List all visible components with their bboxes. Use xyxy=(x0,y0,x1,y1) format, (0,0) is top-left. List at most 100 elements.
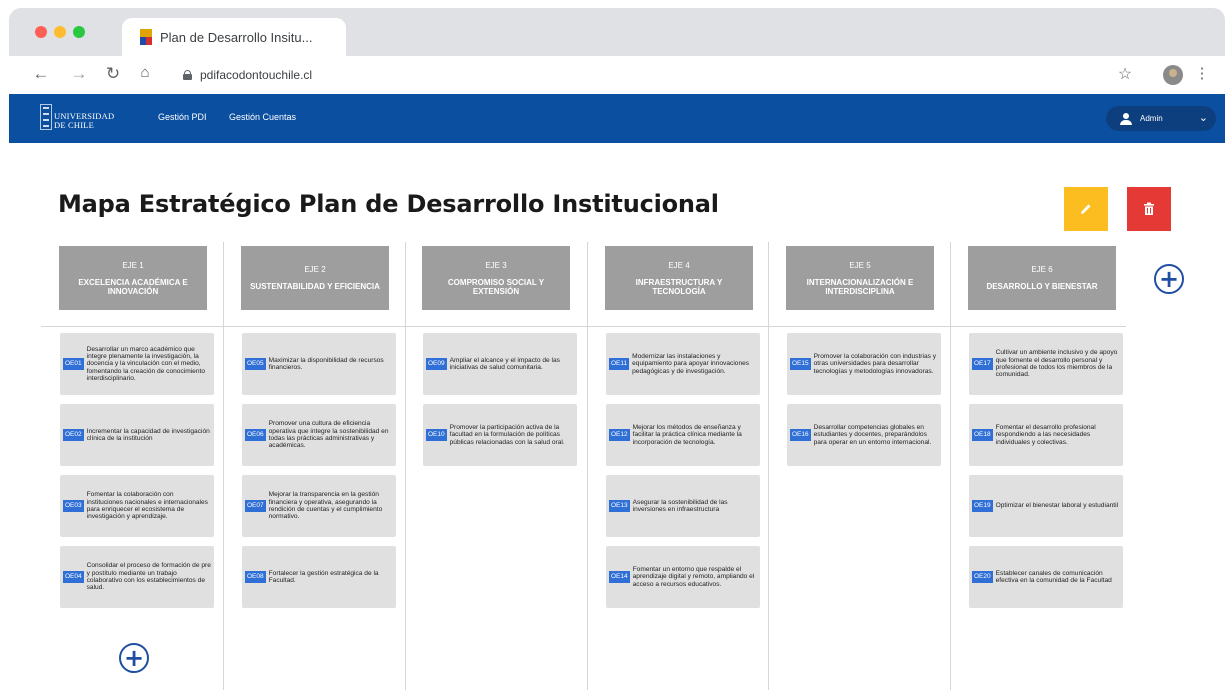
objective-code-badge: OE13 xyxy=(609,500,630,512)
objective-code-badge: OE01 xyxy=(63,358,84,370)
reload-icon[interactable]: ↻ xyxy=(103,64,123,84)
axes-divider xyxy=(41,326,1126,327)
objective-card[interactable]: OE08 Fortalecer la gestión estratégica de… xyxy=(242,546,396,608)
objective-card[interactable]: OE17 Cultivar un ambiente inclusivo y de … xyxy=(969,333,1123,395)
objective-card[interactable]: OE07 Mejorar la transparencia en la gesti… xyxy=(242,475,396,537)
objective-text: Promover una cultura de eficiencia opera… xyxy=(268,420,389,450)
axis-header-4[interactable]: EJE 4 INFRAESTRUCTURA Y TECNOLOGÍA xyxy=(605,246,753,310)
objective-card[interactable]: OE15 Promover la colaboración con industr… xyxy=(787,333,941,395)
objective-text: Fomentar la colaboración con institucion… xyxy=(86,491,208,521)
objective-card[interactable]: OE02 Incrementar la capacidad de investig… xyxy=(60,404,214,466)
favicon-icon xyxy=(140,29,152,45)
add-objective-button[interactable]: + xyxy=(119,643,149,673)
objective-card[interactable]: OE12 Mejorar los métodos de enseñanza y f… xyxy=(606,404,760,466)
objective-text: Modernizar las instalaciones y equipamie… xyxy=(632,353,750,375)
objective-code-badge: OE07 xyxy=(245,500,266,512)
profile-avatar[interactable] xyxy=(1163,65,1183,85)
objective-card[interactable]: OE09 Ampliar el alcance y el impacto de l… xyxy=(423,333,577,395)
objective-card[interactable]: OE18 Fomentar el desarrollo profesional r… xyxy=(969,404,1123,466)
objective-card[interactable]: OE13 Asegurar la sostenibilidad de las in… xyxy=(606,475,760,537)
logo-line2: DE CHILE xyxy=(54,120,95,130)
objective-card[interactable]: OE03 Fomentar la colaboración con institu… xyxy=(60,475,214,537)
axis-header-2[interactable]: EJE 2 SUSTENTABILIDAD Y EFICIENCIA xyxy=(241,246,389,310)
minimize-window-button[interactable] xyxy=(54,26,66,38)
home-icon[interactable]: ⌂ xyxy=(135,64,155,81)
close-window-button[interactable] xyxy=(35,26,47,38)
objective-card[interactable]: OE16 Desarrollar competencias globales en… xyxy=(787,404,941,466)
browser-tab[interactable]: Plan de Desarrollo Insitu... xyxy=(122,18,346,56)
objective-text: Promover la participación activa de la f… xyxy=(449,424,565,446)
objective-code-badge: OE02 xyxy=(63,429,84,441)
tab-bar: Plan de Desarrollo Insitu... xyxy=(9,8,1225,56)
objective-text: Mejorar la transparencia en la gestión f… xyxy=(268,491,383,521)
axis-name: EXCELENCIA ACADÉMICA E INNOVACIÓN xyxy=(78,277,188,296)
nav-gestion-cuentas[interactable]: Gestión Cuentas xyxy=(229,112,296,122)
objective-card[interactable]: OE11 Modernizar las instalaciones y equip… xyxy=(606,333,760,395)
objective-code-badge: OE19 xyxy=(972,500,993,512)
axis-number: EJE 3 xyxy=(485,260,507,270)
objective-code-badge: OE17 xyxy=(972,358,993,370)
menu-kebab-icon[interactable]: ⋮ xyxy=(1192,64,1212,82)
column-divider xyxy=(950,242,951,690)
axis-header-3[interactable]: EJE 3 COMPROMISO SOCIAL Y EXTENSIÓN xyxy=(422,246,570,310)
axis-header-5[interactable]: EJE 5 INTERNACIONALIZACIÓN E INTERDISCIPL… xyxy=(786,246,934,310)
column-divider xyxy=(768,242,769,690)
nav-gestion-pdi[interactable]: Gestión PDI xyxy=(158,112,207,122)
objective-text: Desarrollar competencias globales en est… xyxy=(813,424,932,446)
objective-text: Cultivar un ambiente inclusivo y de apoy… xyxy=(995,349,1118,379)
objective-card[interactable]: OE20 Establecer canales de comunicación e… xyxy=(969,546,1123,608)
user-menu[interactable]: Admin ⌄ xyxy=(1106,106,1216,131)
back-icon[interactable]: ← xyxy=(31,64,51,84)
objective-text: Desarrollar un marco académico que integ… xyxy=(86,345,206,382)
address-bar[interactable]: pdifacodontouchile.cl xyxy=(173,62,1129,88)
edit-button[interactable] xyxy=(1064,187,1108,231)
column-divider xyxy=(223,242,224,690)
axis-name: DESARROLLO Y BIENESTAR xyxy=(986,282,1098,291)
add-axis-button[interactable]: + xyxy=(1154,264,1184,294)
axis-name: COMPROMISO SOCIAL Y EXTENSIÓN xyxy=(447,277,545,296)
axis-name: SUSTENTABILIDAD Y EFICIENCIA xyxy=(250,282,380,291)
objective-card[interactable]: OE05 Maximizar la disponibilidad de recur… xyxy=(242,333,396,395)
objective-code-badge: OE09 xyxy=(426,358,447,370)
bookmark-star-icon[interactable]: ☆ xyxy=(1115,64,1135,84)
objective-text: Fortalecer la gestión estratégica de la … xyxy=(268,569,379,584)
objective-text: Incrementar la capacidad de investigació… xyxy=(86,427,210,442)
objective-text: Mejorar los métodos de enseñanza y facil… xyxy=(632,424,742,446)
objective-text: Asegurar la sostenibilidad de las invers… xyxy=(632,498,728,513)
axis-header-6[interactable]: EJE 6 DESARROLLO Y BIENESTAR xyxy=(968,246,1116,310)
objective-card[interactable]: OE14 Fomentar un entorno que respalde el … xyxy=(606,546,760,608)
objective-text: Fomentar el desarrollo profesional respo… xyxy=(995,424,1096,446)
lock-icon xyxy=(183,70,192,80)
web-page: UNIVERSIDAD DE CHILE Gestión PDI Gestión… xyxy=(9,94,1225,692)
axis-number: EJE 6 xyxy=(1031,265,1053,274)
objective-code-badge: OE16 xyxy=(790,429,811,441)
objective-code-badge: OE20 xyxy=(972,571,993,583)
delete-button[interactable] xyxy=(1127,187,1171,231)
chevron-down-icon: ⌄ xyxy=(1198,112,1208,124)
objective-code-badge: OE14 xyxy=(609,571,630,583)
objective-text: Ampliar el alcance y el impacto de las i… xyxy=(449,356,560,371)
objective-card[interactable]: OE01 Desarrollar un marco académico que i… xyxy=(60,333,214,395)
objective-code-badge: OE15 xyxy=(790,358,811,370)
objective-card[interactable]: OE06 Promover una cultura de eficiencia o… xyxy=(242,404,396,466)
url-text: pdifacodontouchile.cl xyxy=(200,68,313,82)
objective-card[interactable]: OE04 Consolidar el proceso de formación d… xyxy=(60,546,214,608)
app-header: UNIVERSIDAD DE CHILE Gestión PDI Gestión… xyxy=(9,94,1225,143)
pencil-icon xyxy=(1081,204,1091,214)
tab-title: Plan de Desarrollo Insitu... xyxy=(160,29,313,45)
axis-name: INFRAESTRUCTURA Y TECNOLOGÍA xyxy=(635,277,723,296)
window-controls xyxy=(35,26,85,38)
column-divider xyxy=(587,242,588,690)
objective-code-badge: OE03 xyxy=(63,500,84,512)
objective-card[interactable]: OE10 Promover la participación activa de … xyxy=(423,404,577,466)
objective-card[interactable]: OE19 Optimizar el bienestar laboral y est… xyxy=(969,475,1123,537)
browser-window: Plan de Desarrollo Insitu... ← → ↻ ⌂ pdi… xyxy=(9,8,1225,692)
objective-code-badge: OE18 xyxy=(972,429,993,441)
objective-text: Maximizar la disponibilidad de recursos … xyxy=(268,356,384,371)
axis-number: EJE 1 xyxy=(122,260,144,270)
objective-text: Promover la colaboración con industrias … xyxy=(813,353,937,375)
maximize-window-button[interactable] xyxy=(73,26,85,38)
axis-header-1[interactable]: EJE 1 EXCELENCIA ACADÉMICA E INNOVACIÓN xyxy=(59,246,207,310)
forward-icon[interactable]: → xyxy=(69,64,89,84)
university-logo[interactable]: UNIVERSIDAD DE CHILE xyxy=(40,104,114,130)
